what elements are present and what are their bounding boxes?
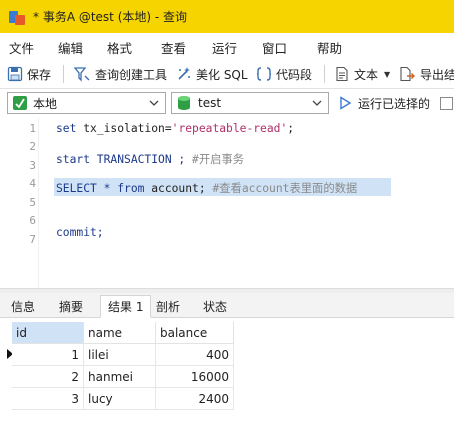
comment: #查看account表里面的数据 <box>212 182 358 195</box>
table-cell[interactable]: lucy <box>84 388 156 410</box>
query-builder-icon <box>73 67 90 82</box>
table-cell[interactable]: lilei <box>84 344 156 366</box>
table-cell[interactable]: 2400 <box>156 388 234 410</box>
identifier: account; <box>151 182 213 195</box>
line-number: 1 <box>29 122 36 135</box>
text-label: 文本 <box>354 67 379 82</box>
gutter-divider <box>38 118 39 288</box>
magic-wand-icon <box>178 67 190 80</box>
menu-view[interactable]: 查看 <box>161 38 186 57</box>
database-select[interactable]: test <box>171 92 329 114</box>
title-bar: * 事务A @test (本地) - 查询 <box>0 0 454 33</box>
chevron-down-icon <box>149 100 159 106</box>
menu-file[interactable]: 文件 <box>9 38 34 57</box>
line-number: 6 <box>29 214 36 227</box>
save-icon <box>7 66 23 82</box>
query-builder-button[interactable]: 查询创建工具 <box>73 64 167 84</box>
result-grid[interactable]: id name balance 1 lilei 400 2 hanmei 160… <box>0 318 454 447</box>
export-result-button[interactable]: 导出结 <box>398 64 454 84</box>
run-selected-button[interactable]: 运行已选择的 <box>338 93 430 113</box>
table-cell[interactable]: 2 <box>12 366 84 388</box>
chevron-down-icon[interactable]: ▼ <box>384 70 390 79</box>
query-builder-label: 查询创建工具 <box>95 67 168 82</box>
run-selected-label: 运行已选择的 <box>358 96 431 111</box>
string-literal: 'repeatable-read' <box>171 122 288 135</box>
result-tab-bar: 信息 摘要 结果 1 剖析 状态 <box>0 293 454 318</box>
beautify-sql-label: 美化 SQL <box>196 67 248 82</box>
database-icon <box>178 96 190 110</box>
document-icon <box>336 66 348 82</box>
line-number: 5 <box>29 196 36 209</box>
menu-bar: 文件 编辑 格式 查看 运行 窗口 帮助 <box>0 33 454 59</box>
table-cell[interactable]: 16000 <box>156 366 234 388</box>
database-name: test <box>198 96 222 110</box>
code-snippet-icon <box>256 67 272 81</box>
connection-select[interactable]: 本地 <box>7 92 166 114</box>
toolbar: 保存 查询创建工具 美化 SQL 代码段 文本 ▼ 导出结 <box>0 59 454 89</box>
table-cell[interactable]: 400 <box>156 344 234 366</box>
identifier: tx_isolation= <box>83 122 172 135</box>
table-cell[interactable]: 3 <box>12 388 84 410</box>
navicat-app-icon <box>9 9 25 25</box>
export-label: 导出结 <box>420 67 454 82</box>
column-header-id[interactable]: id <box>12 322 84 344</box>
tab-profile[interactable]: 剖析 <box>149 295 187 317</box>
tab-status[interactable]: 状态 <box>196 295 234 317</box>
save-label: 保存 <box>27 67 52 82</box>
window-title: * 事务A @test (本地) - 查询 <box>33 10 188 24</box>
menu-run[interactable]: 运行 <box>212 38 237 57</box>
keyword: commit; <box>56 226 104 239</box>
code-snippet-label: 代码段 <box>276 67 313 82</box>
menu-format[interactable]: 格式 <box>107 38 132 57</box>
connection-name: 本地 <box>33 96 58 111</box>
connection-icon <box>13 96 27 110</box>
line-number: 4 <box>29 177 36 190</box>
column-header-balance[interactable]: balance <box>156 322 234 344</box>
table-cell[interactable]: hanmei <box>84 366 156 388</box>
text-button[interactable]: 文本 ▼ <box>334 64 390 84</box>
connection-bar: 本地 test 运行已选择的 <box>0 89 454 118</box>
beautify-sql-button[interactable]: 美化 SQL <box>176 64 248 84</box>
line-number-gutter: 1 2 3 4 5 6 7 <box>0 118 38 288</box>
menu-edit[interactable]: 编辑 <box>58 38 83 57</box>
code-line-3: start TRANSACTION ; #开启事务 <box>56 151 244 167</box>
table-cell[interactable]: 1 <box>12 344 84 366</box>
punctuation: ; <box>287 122 295 135</box>
line-number: 3 <box>29 159 36 172</box>
keyword: start TRANSACTION ; <box>56 153 193 166</box>
run-option-checkbox[interactable] <box>440 97 453 110</box>
tab-summary[interactable]: 摘要 <box>52 295 90 317</box>
code-line-5: SELECT * from account; #查看account表里面的数据 <box>56 180 357 196</box>
sql-editor[interactable]: 1 2 3 4 5 6 7 set tx_isolation='repeatab… <box>0 118 454 288</box>
save-button[interactable]: 保存 <box>7 64 51 84</box>
toolbar-separator <box>63 65 64 83</box>
chevron-down-icon <box>312 100 322 106</box>
export-icon <box>400 66 415 82</box>
line-number: 2 <box>29 140 36 153</box>
toolbar-separator <box>324 65 325 83</box>
comment: #开启事务 <box>192 153 245 166</box>
keyword: set <box>56 122 84 135</box>
code-line-8: commit; <box>56 226 104 239</box>
code-snippet-button[interactable]: 代码段 <box>256 64 312 84</box>
play-icon <box>340 96 352 110</box>
tab-result-1[interactable]: 结果 1 <box>100 295 152 318</box>
tab-info[interactable]: 信息 <box>4 295 42 317</box>
menu-window[interactable]: 窗口 <box>262 38 287 57</box>
menu-help[interactable]: 帮助 <box>317 38 342 57</box>
keyword: SELECT * from <box>56 182 152 195</box>
code-line-1: set tx_isolation='repeatable-read'; <box>56 122 294 135</box>
column-header-name[interactable]: name <box>84 322 156 344</box>
line-number: 7 <box>29 233 36 246</box>
